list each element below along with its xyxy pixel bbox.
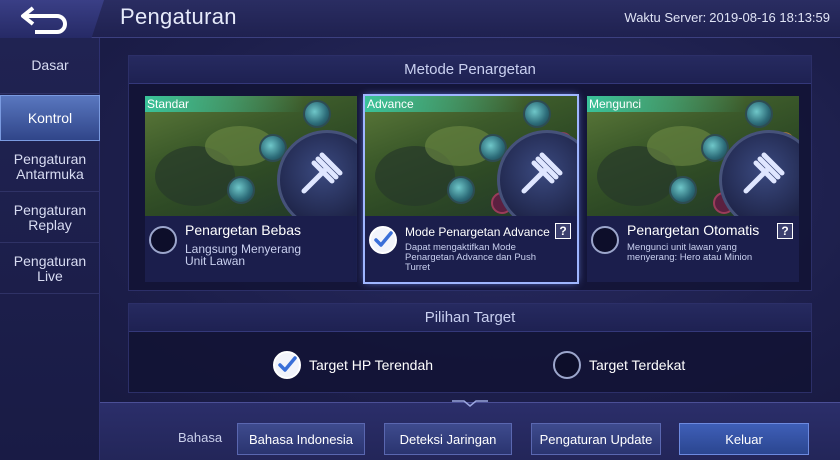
skill-icon <box>669 176 697 204</box>
sidebar-item-label: Pengaturan Replay <box>13 201 87 233</box>
mode-title: Mode Penargetan Advance <box>405 225 550 239</box>
sidebar-item-dasar[interactable]: Dasar <box>0 38 100 94</box>
mode-card-standar[interactable]: Standar Penargetan Bebas Langsung Menyer… <box>145 96 357 282</box>
mode-body: Penargetan Bebas Langsung Menyerang Unit… <box>145 216 357 282</box>
mode-description: Langsung Menyerang Unit Lawan <box>185 242 302 268</box>
target-option-nearest[interactable]: Target Terdekat <box>553 351 685 379</box>
skill-icon <box>227 176 255 204</box>
mode-title: Penargetan Otomatis <box>627 222 760 238</box>
target-option-label: Target HP Terendah <box>309 357 434 373</box>
target-option-lowest-hp[interactable]: Target HP Terendah <box>273 351 433 379</box>
sidebar: Dasar Kontrol Pengaturan Antarmuka Penga… <box>0 38 100 460</box>
check-icon <box>374 231 393 247</box>
target-choice-panel: Pilihan Target Target HP Terendah Target… <box>128 303 812 393</box>
mode-title: Penargetan Bebas <box>185 222 301 238</box>
skill-icon <box>303 100 331 128</box>
sidebar-item-label: Pengaturan Live <box>13 252 87 284</box>
mode-card-advance[interactable]: Advance Mode Penargetan Advance Dapat me… <box>363 94 579 284</box>
sidebar-item-label: Dasar <box>31 57 69 73</box>
back-button[interactable] <box>0 0 104 38</box>
network-detect-button[interactable]: Deteksi Jaringan <box>384 423 512 455</box>
exit-button[interactable]: Keluar <box>679 423 809 455</box>
update-settings-button[interactable]: Pengaturan Update <box>531 423 661 455</box>
back-arrow-icon <box>21 6 67 34</box>
skill-icon <box>745 100 773 128</box>
target-option-label: Target Terdekat <box>589 357 686 373</box>
mode-description: Mengunci unit lawan yang menyerang: Hero… <box>627 242 753 263</box>
target-radio[interactable] <box>553 351 581 379</box>
mode-preview-image: Mengunci <box>587 96 799 216</box>
server-time-value: 2019-08-16 18:13:59 <box>709 10 830 25</box>
target-choice-title: Pilihan Target <box>129 304 811 332</box>
targeting-method-panel: Metode Penargetan Standar Penargetan Beb… <box>128 55 812 291</box>
mode-radio[interactable] <box>591 226 619 254</box>
attack-button-icon <box>497 130 577 216</box>
mode-preview-image: Standar <box>145 96 357 216</box>
mode-body: Penargetan Otomatis Mengunci unit lawan … <box>587 216 799 282</box>
attack-button-icon <box>277 130 357 216</box>
mode-radio[interactable] <box>369 226 397 254</box>
mode-body: Mode Penargetan Advance Dapat mengaktifk… <box>365 216 577 282</box>
sidebar-item-label: Pengaturan Antarmuka <box>13 150 87 182</box>
sidebar-item-pengaturan-replay[interactable]: Pengaturan Replay <box>0 193 100 243</box>
mode-radio[interactable] <box>149 226 177 254</box>
footer-bar: Bahasa Bahasa Indonesia Deteksi Jaringan… <box>100 400 840 460</box>
target-radio[interactable] <box>273 351 301 379</box>
check-icon <box>278 356 297 372</box>
page-title: Pengaturan <box>120 4 237 29</box>
top-bar: Pengaturan Waktu Server: 2019-08-16 18:13… <box>0 0 840 38</box>
targeting-method-title: Metode Penargetan <box>129 56 811 84</box>
divider-ornament-icon <box>452 400 488 407</box>
mode-description: Dapat mengaktifkan Mode Penargetan Advan… <box>405 242 536 273</box>
language-select-button[interactable]: Bahasa Indonesia <box>237 423 365 455</box>
sidebar-item-pengaturan-antarmuka[interactable]: Pengaturan Antarmuka <box>0 142 100 192</box>
mode-preview-image: Advance <box>365 96 577 216</box>
help-icon[interactable]: ? <box>555 223 571 239</box>
server-time: Waktu Server: 2019-08-16 18:13:59 <box>621 10 830 25</box>
skill-icon <box>523 100 551 128</box>
sidebar-item-label: Kontrol <box>27 109 73 126</box>
language-label: Bahasa <box>178 430 223 445</box>
skill-icon <box>447 176 475 204</box>
attack-button-icon <box>719 130 799 216</box>
server-time-label: Waktu Server: <box>624 10 707 25</box>
settings-screen: Pengaturan Waktu Server: 2019-08-16 18:13… <box>0 0 840 460</box>
sidebar-item-kontrol[interactable]: Kontrol <box>0 95 100 141</box>
help-icon[interactable]: ? <box>777 223 793 239</box>
mode-card-mengunci[interactable]: Mengunci Penargetan Otomatis Mengunci un… <box>587 96 799 282</box>
sidebar-item-pengaturan-live[interactable]: Pengaturan Live <box>0 244 100 294</box>
